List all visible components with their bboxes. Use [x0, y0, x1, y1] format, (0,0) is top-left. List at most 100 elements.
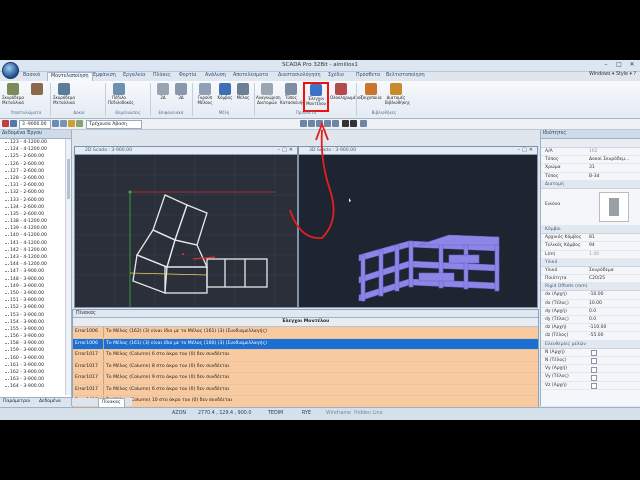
property-row[interactable]: Vy (Αρχή): [541, 365, 640, 374]
property-row[interactable]: dy (Αρχή) 0.0: [541, 308, 640, 316]
tree-item[interactable]: 135 - 2-600.00: [0, 211, 71, 218]
tree-item[interactable]: 161 - 3-900.00: [0, 362, 71, 369]
tab-data[interactable]: Δεδομένα: [36, 398, 64, 406]
property-value[interactable]: C20/25: [589, 275, 605, 282]
member-group-button[interactable]: Γκρούπ Μέλους: [194, 83, 216, 105]
output-row[interactable]: Error1017 Το Μέλος (Column) 9 στο άκρο το…: [73, 373, 538, 385]
tree-item[interactable]: 149 - 3-900.00: [0, 283, 71, 290]
property-value[interactable]: B-3d: [589, 173, 599, 180]
section-offsets[interactable]: Rigid Offsets (mm): [541, 283, 640, 292]
view-2d[interactable]: 2D Scada : 3-900.00 –□✕: [74, 146, 298, 308]
tree-item[interactable]: 132 - 2-600.00: [0, 189, 71, 196]
tab-prostheta[interactable]: Πρόσθετα: [353, 72, 383, 80]
tab-analysi[interactable]: Ανάλυση: [202, 72, 229, 80]
tree-item[interactable]: 123 - 4-1200.00: [0, 139, 71, 146]
layer-icon[interactable]: [10, 120, 17, 127]
property-value[interactable]: 81: [589, 234, 595, 241]
view-icon[interactable]: [52, 120, 59, 127]
tree-item[interactable]: 154 - 3-900.00: [0, 319, 71, 326]
property-row[interactable]: Αρχικός Κόμβος 81: [541, 234, 640, 243]
masonry-button[interactable]: Τοιχοποιία: [360, 83, 382, 101]
property-row[interactable]: L(m) 1.40: [541, 251, 640, 259]
layers-icon[interactable]: [76, 120, 83, 127]
tree-item[interactable]: 134 - 2-600.00: [0, 204, 71, 211]
tree-item[interactable]: 138 - 4-1200.00: [0, 218, 71, 225]
status-mode-rye[interactable]: RYE: [302, 411, 311, 416]
property-row[interactable]: dx (Αρχή) -10.00: [541, 291, 640, 300]
tree-item[interactable]: 151 - 3-900.00: [0, 297, 71, 304]
release-checkbox[interactable]: [591, 383, 597, 389]
tree-item[interactable]: 162 - 3-900.00: [0, 369, 71, 376]
view-3d-controls[interactable]: –□✕: [518, 147, 535, 153]
property-value[interactable]: -10.00: [589, 291, 604, 298]
tab-ergaleia[interactable]: Εργαλεία: [120, 72, 148, 80]
tab-sxedio[interactable]: Σχέδιο: [325, 72, 347, 80]
tree-item[interactable]: 133 - 2-600.00: [0, 197, 71, 204]
property-value[interactable]: 162: [589, 148, 598, 155]
member-button[interactable]: Μέλος: [232, 83, 254, 101]
application-menu-button[interactable]: [2, 62, 19, 79]
tree-item[interactable]: 156 - 3-900.00: [0, 333, 71, 340]
property-row[interactable]: Χρώμα 31: [541, 164, 640, 173]
property-value[interactable]: 10.00: [589, 300, 602, 307]
style-menu[interactable]: Windows ▾ Style ▾ ?: [589, 72, 636, 77]
tree-item[interactable]: 163 - 3-900.00: [0, 376, 71, 383]
tree-item[interactable]: 150 - 3-900.00: [0, 290, 71, 297]
tree-item[interactable]: 142 - 4-1200.00: [0, 247, 71, 254]
tree-item[interactable]: 160 - 3-900.00: [0, 355, 71, 362]
property-value[interactable]: Σκυρόδεμα: [589, 267, 614, 274]
tab-diastasiologisi[interactable]: Διαστασιολόγηση: [275, 72, 324, 80]
property-row[interactable]: Vz (Αρχή): [541, 382, 640, 390]
tree-item[interactable]: 158 - 3-900.00: [0, 340, 71, 347]
level-select[interactable]: 3 -9000.00: [19, 120, 51, 129]
tab-basika[interactable]: Βασικά: [20, 72, 43, 80]
section-material[interactable]: Υλικό: [541, 258, 640, 267]
tree-item[interactable]: 152 - 3-900.00: [0, 304, 71, 311]
section-diatomi[interactable]: Διατομή: [541, 180, 640, 189]
release-checkbox[interactable]: [591, 374, 597, 381]
tree-item[interactable]: 131 - 2-600.00: [0, 182, 71, 189]
steel-column-button[interactable]: [26, 83, 48, 96]
tree-scrollbar[interactable]: [65, 139, 71, 395]
property-row[interactable]: dx (Τέλος) 10.00: [541, 300, 640, 308]
tab-apotelesmata[interactable]: Αποτελέσματα: [230, 72, 271, 80]
tree-item[interactable]: 143 - 4-1200.00: [0, 254, 71, 261]
library-sections-button[interactable]: Διατομές Βιβλιοθήκης: [385, 83, 410, 105]
status-snap[interactable]: AZON: [172, 411, 186, 416]
tree-item[interactable]: 125 - 2-600.00: [0, 153, 71, 160]
section-release[interactable]: Ελευθερίες μελών: [541, 340, 640, 349]
tree-item[interactable]: 155 - 3-900.00: [0, 326, 71, 333]
status-wireframe[interactable]: Wireframe: [326, 411, 351, 416]
property-row[interactable]: Υλικό Σκυρόδεμα: [541, 267, 640, 276]
status-hidden-line[interactable]: Hidden Line: [354, 411, 383, 416]
tree-item[interactable]: 126 - 2-600.00: [0, 161, 71, 168]
view-mode-select[interactable]: Τρέχουσα Άβαση: [86, 120, 142, 129]
output-row[interactable]: Error1006 Το Μέλος (161) (3) είναι ίδιο μ…: [73, 338, 538, 350]
zoom-icon[interactable]: [60, 120, 67, 127]
property-row[interactable]: Α/Α 162: [541, 148, 640, 157]
snap-icon[interactable]: [2, 120, 9, 127]
tree-item[interactable]: 148 - 3-900.00: [0, 276, 71, 283]
tree-item[interactable]: 147 - 3-900.00: [0, 268, 71, 275]
property-value[interactable]: -55.00: [589, 332, 604, 339]
output-row[interactable]: Error1017Το Μέλος (Column) 10 στο άκρο τ…: [73, 396, 538, 408]
output-row[interactable]: Error1017 Το Μέλος (Column) 6 στο άκρο το…: [73, 384, 538, 396]
output-row[interactable]: Error1017 Το Μέλος (Column) 6 στο άκρο το…: [73, 350, 538, 362]
property-row[interactable]: dy (Τέλος) 0.0: [541, 316, 640, 325]
tab-fortia[interactable]: Φορτία: [176, 72, 199, 80]
tree-item[interactable]: 140 - 4-1200.00: [0, 232, 71, 239]
tree-item[interactable]: 127 - 2-600.00: [0, 168, 71, 175]
property-value[interactable]: 1.40: [589, 251, 599, 258]
print-icon[interactable]: [360, 120, 367, 127]
property-value[interactable]: 31: [589, 164, 595, 171]
release-checkbox[interactable]: [591, 358, 597, 365]
tree-scroll-thumb[interactable]: [67, 159, 70, 199]
tree-item[interactable]: 141 - 4-1200.00: [0, 240, 71, 247]
slab-3d-button[interactable]: 3Δ: [170, 83, 192, 101]
property-value[interactable]: 0.0: [589, 308, 596, 315]
property-value[interactable]: Δοκοί Σκυρόδεμ...: [589, 156, 629, 163]
footing-button[interactable]: Πέδιλο Πεδιλοδοκός: [108, 83, 134, 105]
property-row[interactable]: Ποιότητα C20/25: [541, 275, 640, 284]
minimize-button[interactable]: –: [600, 61, 612, 69]
property-row[interactable]: dz (Αρχή) -110.00: [541, 324, 640, 333]
